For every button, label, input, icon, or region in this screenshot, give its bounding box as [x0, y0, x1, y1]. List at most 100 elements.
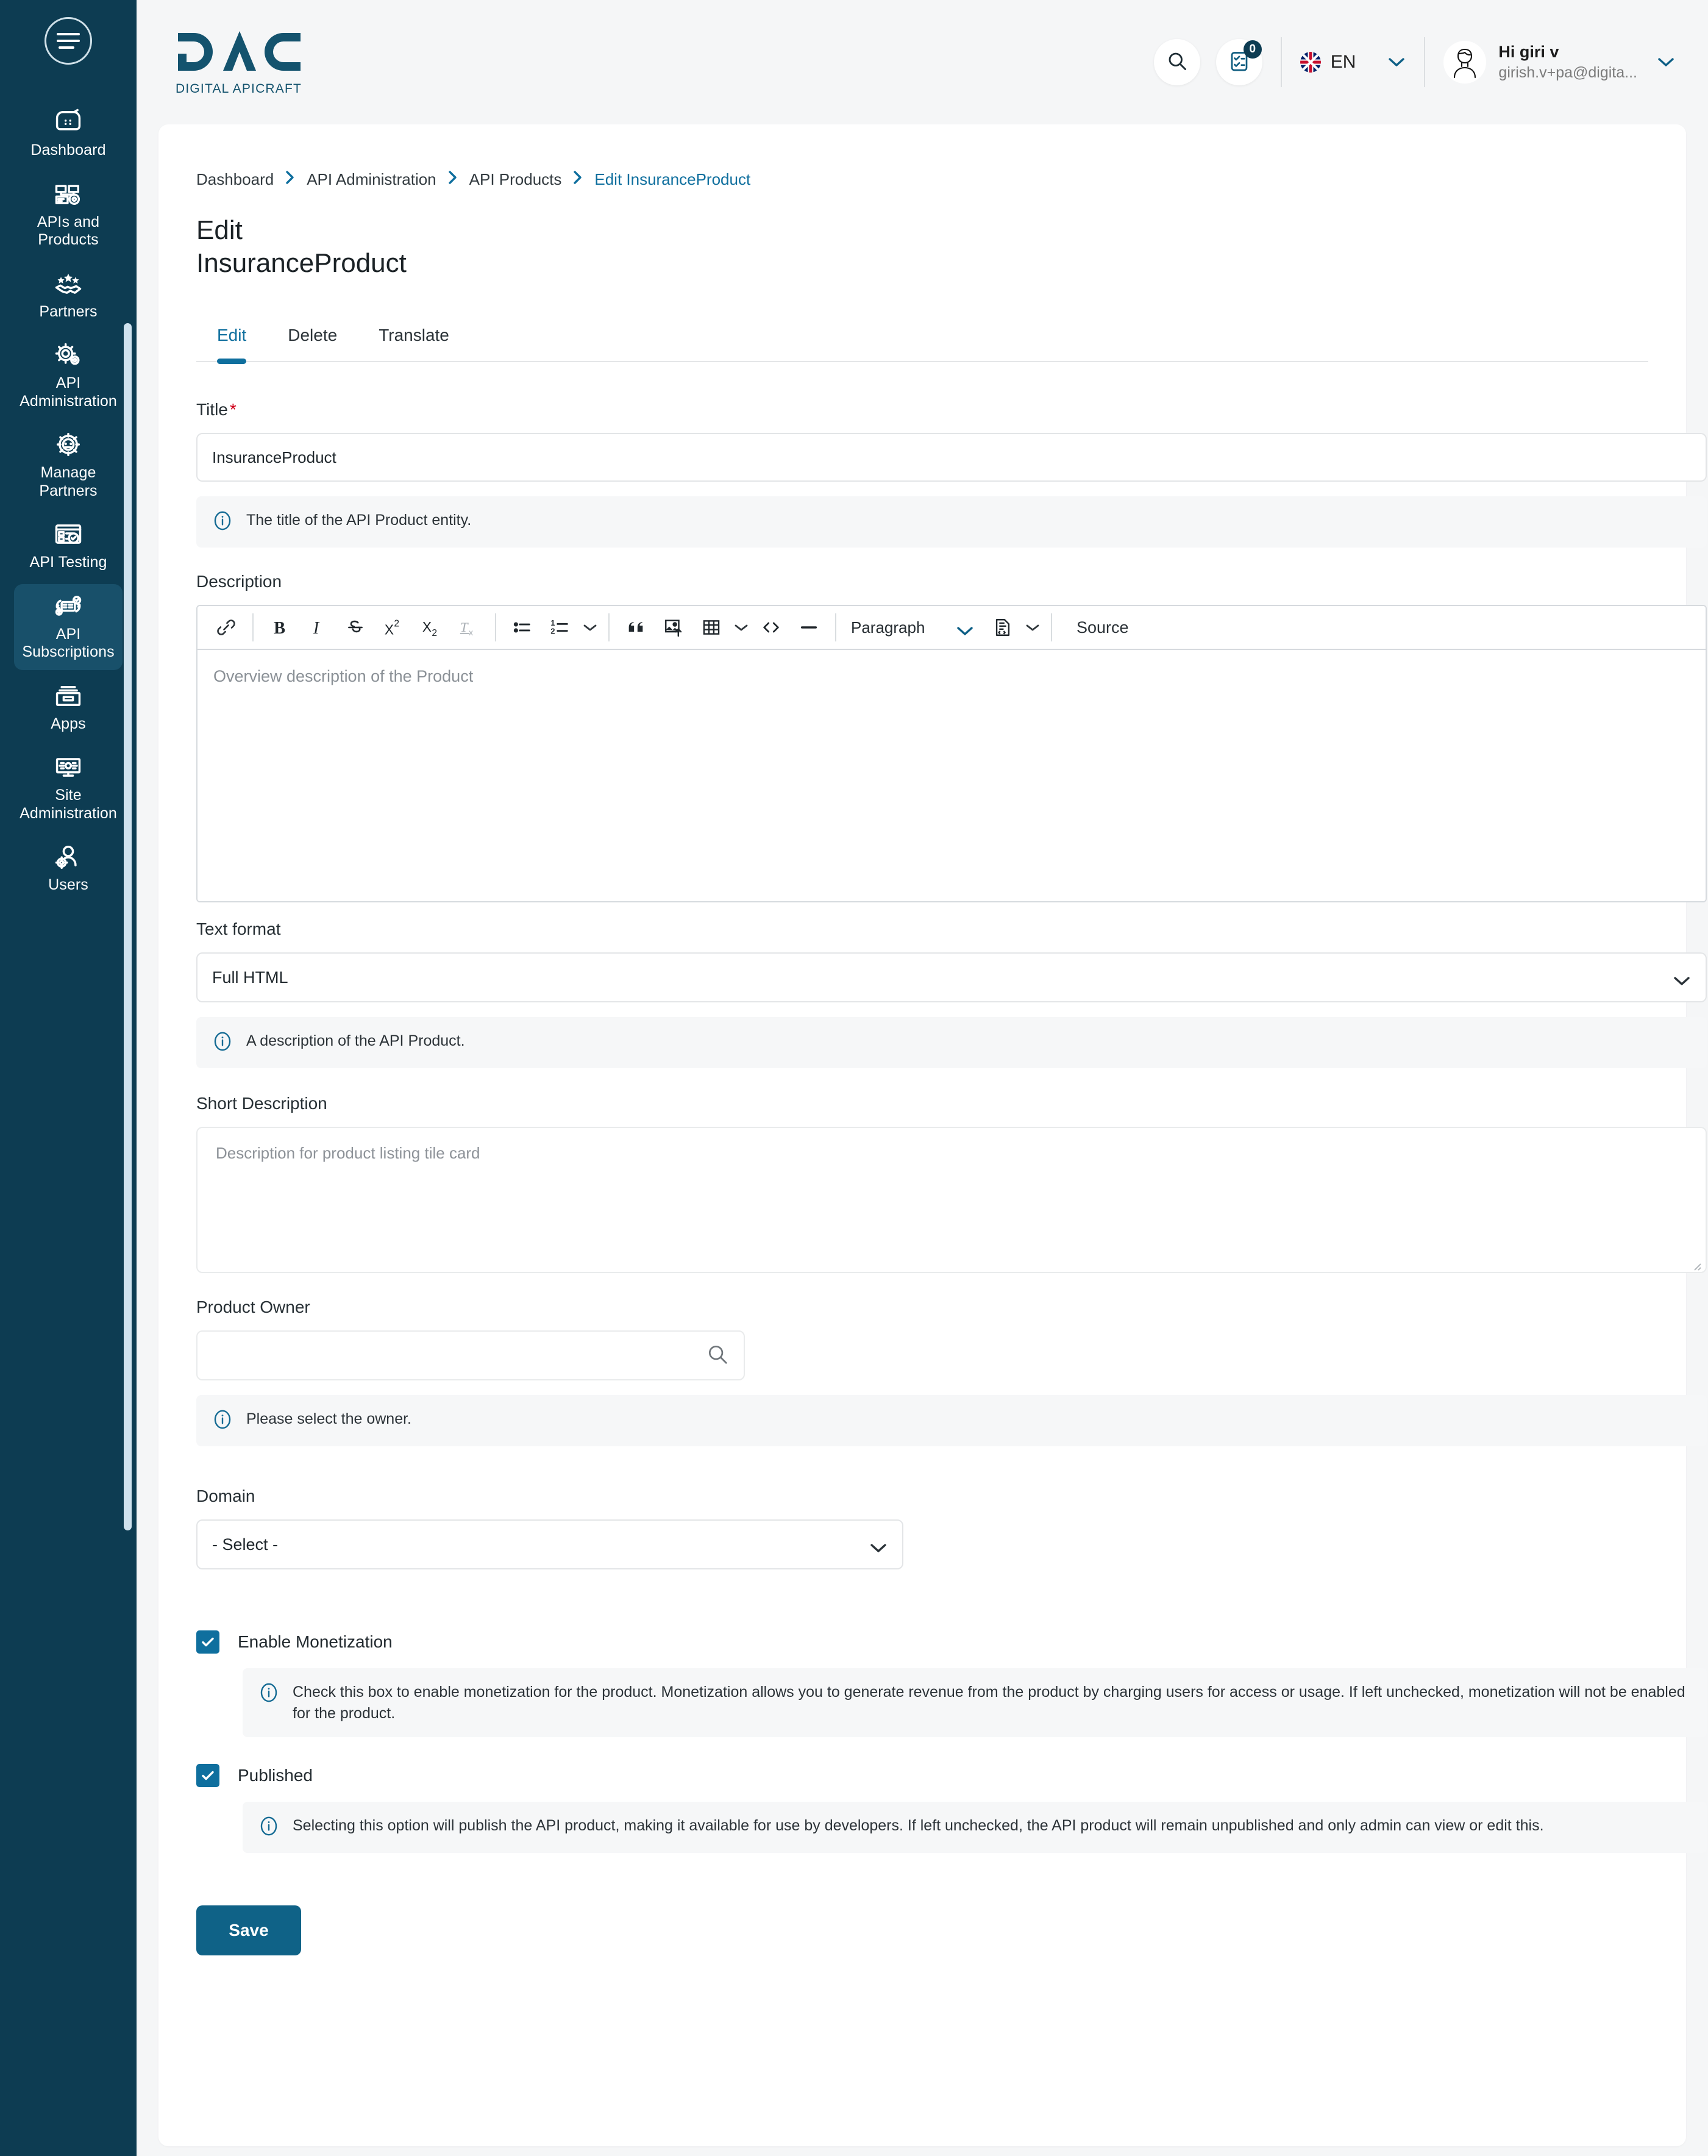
search-button[interactable]	[1153, 39, 1200, 85]
breadcrumb-item-api-products[interactable]: API Products	[469, 170, 562, 189]
info-icon	[258, 1682, 279, 1706]
breadcrumb-item-api-administration[interactable]: API Administration	[307, 170, 436, 189]
sidebar-item-manage-partners[interactable]: Manage Partners	[14, 423, 123, 509]
link-icon[interactable]	[207, 610, 245, 645]
source-button[interactable]: Source	[1059, 618, 1137, 648]
save-button[interactable]: Save	[196, 1905, 301, 1956]
top-header: DIGITAL APICRAFT 0 EN Hi giri v girish.v…	[137, 0, 1708, 124]
notifications-button[interactable]: 0	[1215, 39, 1262, 85]
notifications-badge: 0	[1243, 40, 1262, 59]
list-options-chevron-down-icon[interactable]	[579, 611, 601, 644]
tab-translate[interactable]: Translate	[358, 319, 470, 361]
sidebar-item-apps[interactable]: Apps	[14, 674, 123, 742]
user-info: Hi giri v girish.v+pa@digita...	[1498, 43, 1637, 82]
title-input[interactable]: InsuranceProduct	[196, 433, 1707, 482]
insert-table-icon[interactable]	[692, 610, 730, 645]
svg-text:T: T	[460, 619, 469, 635]
field-title: Title * InsuranceProduct The title of the…	[196, 400, 1707, 548]
brand-logo[interactable]: DIGITAL APICRAFT	[160, 28, 304, 96]
field-domain: Domain - Select -	[196, 1487, 1648, 1570]
svg-text:x: x	[469, 628, 473, 638]
published-checkbox[interactable]	[196, 1764, 219, 1788]
logo-dac-icon	[176, 28, 304, 76]
tab-bar: Edit Delete Translate	[196, 319, 1648, 365]
title-label: Title *	[196, 400, 1648, 419]
monetization-checkbox-row[interactable]: Enable Monetization	[196, 1630, 1648, 1654]
sidebar-scrollbar[interactable]	[124, 323, 132, 1530]
short-description-textarea[interactable]: Description for product listing tile car…	[196, 1127, 1707, 1274]
text-format-select[interactable]: Full HTML	[196, 952, 1707, 1003]
numbered-list-icon[interactable]: 12	[541, 610, 579, 645]
product-owner-help-text: Please select the owner.	[246, 1410, 411, 1428]
superscript-icon[interactable]: X2	[374, 610, 412, 645]
svg-text:I: I	[313, 619, 320, 638]
hamburger-icon[interactable]	[44, 17, 92, 65]
editor-toolbar: B I X2 X2 Tx 12 Paragraph Source	[197, 606, 1706, 651]
apps-box-icon	[51, 681, 85, 710]
site-administration-monitor-icon	[51, 752, 85, 782]
page-title: Edit InsuranceProduct	[196, 215, 407, 278]
monetization-checkbox[interactable]	[196, 1630, 219, 1654]
short-description-placeholder: Description for product listing tile car…	[216, 1144, 480, 1163]
sidebar-item-api-administration[interactable]: API Administration	[14, 333, 123, 419]
content-wrapper: Dashboard API Administration API Product…	[137, 124, 1708, 2156]
svg-text:X: X	[385, 622, 394, 638]
italic-icon[interactable]: I	[299, 610, 336, 645]
sidebar-item-label: API Subscriptions	[22, 625, 115, 661]
required-marker: *	[229, 400, 237, 419]
sidebar-item-partners[interactable]: Partners	[14, 262, 123, 330]
breadcrumb-item-dashboard[interactable]: Dashboard	[196, 170, 274, 189]
templates-chevron-down-icon[interactable]	[1022, 611, 1044, 644]
info-icon	[212, 510, 233, 534]
field-text-format: Text format Full HTML A description of t…	[196, 919, 1707, 1069]
published-help: Selecting this option will publish the A…	[243, 1802, 1707, 1854]
sidebar-item-dashboard[interactable]: Dashboard	[14, 100, 123, 168]
sidebar-item-label: Partners	[39, 302, 98, 320]
source-label: Source	[1076, 618, 1129, 637]
sidebar-item-site-administration[interactable]: Site Administration	[14, 745, 123, 831]
header-divider-2	[1424, 37, 1426, 87]
bulleted-list-icon[interactable]	[504, 610, 541, 645]
subscript-icon[interactable]: X2	[412, 610, 450, 645]
sidebar-item-api-subscriptions[interactable]: API Subscriptions	[14, 584, 123, 670]
sidebar-item-label: Apps	[51, 715, 86, 732]
table-options-chevron-down-icon[interactable]	[730, 611, 752, 644]
description-editor-body[interactable]: Overview description of the Product	[197, 650, 1706, 902]
chevron-down-icon[interactable]	[1657, 57, 1675, 68]
header-actions: 0 EN Hi giri v girish.v+pa@digita...	[1153, 37, 1675, 87]
product-owner-input[interactable]	[196, 1330, 745, 1381]
sidebar-item-label: Users	[48, 876, 88, 893]
block-quote-icon[interactable]	[617, 610, 655, 645]
resize-handle-icon[interactable]	[1690, 1257, 1702, 1271]
sidebar-item-apis-and-products[interactable]: APIs and Products	[14, 172, 123, 258]
description-label: Description	[196, 572, 282, 591]
tab-delete[interactable]: Delete	[267, 319, 358, 361]
sidebar-item-api-testing[interactable]: API Testing	[14, 512, 123, 580]
code-icon[interactable]	[752, 610, 790, 645]
chevron-down-icon[interactable]	[1387, 57, 1406, 68]
remove-format-icon[interactable]: Tx	[450, 610, 488, 645]
chevron-right-icon	[285, 170, 296, 190]
published-checkbox-row[interactable]: Published	[196, 1764, 1648, 1788]
toolbar-divider	[608, 613, 610, 642]
chevron-right-icon	[572, 170, 583, 190]
dashboard-icon	[51, 107, 85, 137]
api-administration-gear-icon	[51, 340, 85, 369]
header-divider-1	[1280, 37, 1282, 87]
sidebar-item-label: Site Administration	[20, 787, 117, 822]
language-selector[interactable]: EN	[1300, 52, 1406, 73]
paragraph-style-dropdown[interactable]: Paragraph	[844, 610, 984, 645]
sidebar-item-users[interactable]: Users	[14, 835, 123, 903]
insert-image-icon[interactable]	[655, 610, 692, 645]
domain-select[interactable]: - Select -	[196, 1519, 903, 1570]
user-profile-menu[interactable]: Hi giri v girish.v+pa@digita...	[1443, 41, 1675, 84]
domain-label: Domain	[196, 1487, 255, 1506]
strikethrough-icon[interactable]	[336, 610, 374, 645]
templates-icon[interactable]	[984, 610, 1022, 645]
horizontal-line-icon[interactable]	[790, 610, 828, 645]
user-avatar-icon	[1443, 41, 1487, 84]
breadcrumb-item-current: Edit InsuranceProduct	[594, 170, 751, 188]
monetization-label: Enable Monetization	[238, 1632, 393, 1652]
bold-icon[interactable]: B	[261, 610, 299, 645]
tab-edit[interactable]: Edit	[196, 319, 267, 365]
